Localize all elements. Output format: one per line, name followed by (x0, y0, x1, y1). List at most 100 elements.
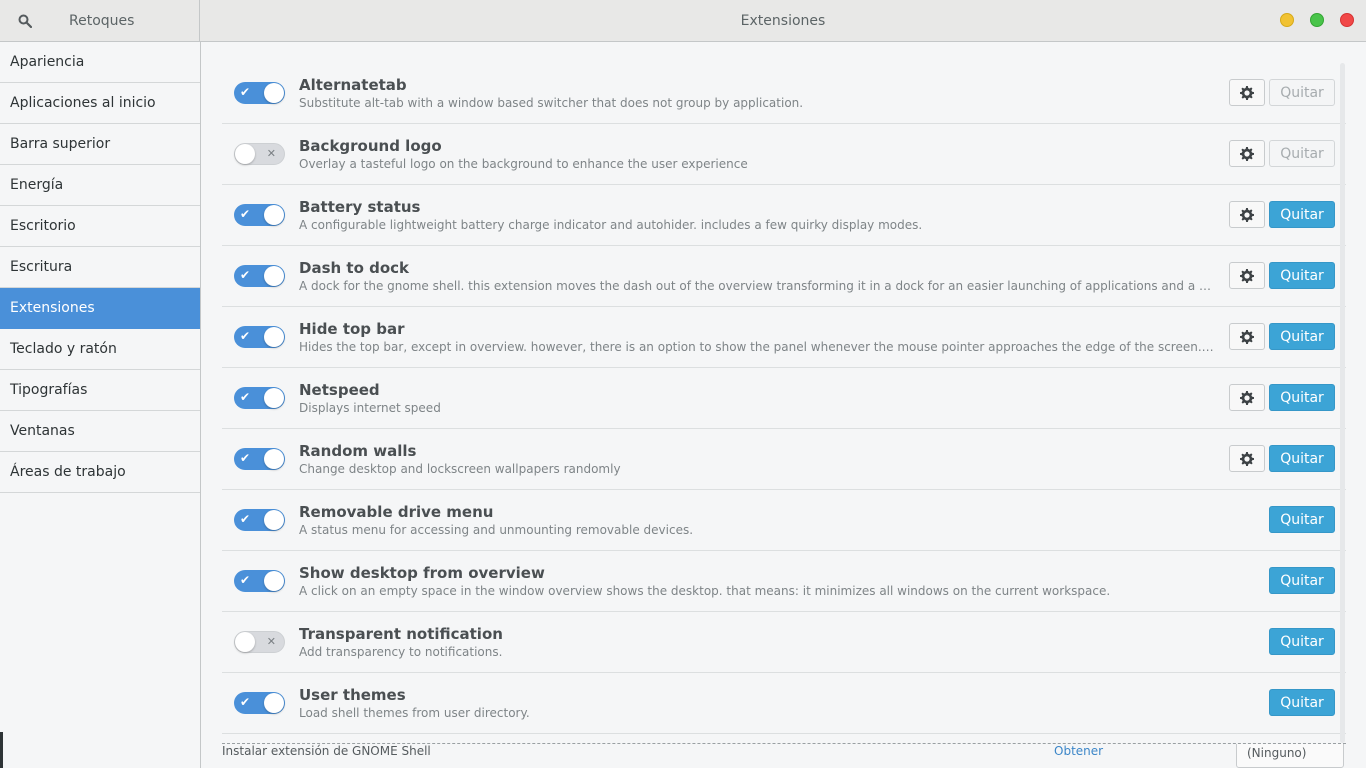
check-icon: ✔ (240, 207, 251, 221)
sidebar-item-3[interactable]: Energía (0, 165, 200, 206)
toggle-knob (264, 83, 284, 103)
minimize-button[interactable] (1280, 13, 1294, 27)
sidebar-item-label: Escritura (10, 259, 73, 275)
sidebar-item-0[interactable]: Apariencia (0, 42, 200, 83)
sidebar-item-1[interactable]: Aplicaciones al inicio (0, 83, 200, 124)
extension-toggle[interactable]: ✔ (234, 82, 285, 104)
sidebar-item-label: Aplicaciones al inicio (10, 95, 156, 111)
toggle-knob (264, 327, 284, 347)
footer-get-link[interactable]: Obtener (1054, 744, 1103, 758)
extension-name: Hide top bar (299, 320, 405, 338)
extension-settings-button[interactable] (1229, 201, 1265, 228)
extension-row: ✔ User themes Load shell themes from user … (222, 673, 1346, 734)
extension-toggle[interactable]: ✔ (234, 570, 285, 592)
sidebar-item-label: Apariencia (10, 54, 85, 70)
toggle-knob (264, 449, 284, 469)
gear-icon (1240, 451, 1254, 466)
extension-description: A status menu for accessing and unmounti… (299, 523, 694, 537)
extension-remove-button[interactable]: Quitar (1269, 79, 1335, 106)
window-controls (1280, 13, 1354, 27)
extension-remove-button[interactable]: Quitar (1269, 567, 1335, 594)
check-icon: ✔ (240, 451, 251, 465)
extension-settings-button[interactable] (1229, 79, 1265, 106)
extension-settings-button[interactable] (1229, 445, 1265, 472)
extension-toggle[interactable]: ✔ (234, 509, 285, 531)
sidebar-item-label: Barra superior (10, 136, 111, 152)
extension-toggle[interactable]: ✔ (234, 265, 285, 287)
toggle-knob (264, 388, 284, 408)
extension-description: A dock for the gnome shell. this extensi… (299, 279, 1214, 293)
extension-remove-button[interactable]: Quitar (1269, 689, 1335, 716)
extension-name: Random walls (299, 442, 417, 460)
extension-remove-button[interactable]: Quitar (1269, 201, 1335, 228)
extension-settings-button[interactable] (1229, 262, 1265, 289)
cross-icon: ✕ (266, 147, 276, 160)
gear-icon (1240, 146, 1254, 161)
sidebar-item-9[interactable]: Ventanas (0, 411, 200, 452)
extension-remove-button[interactable]: Quitar (1269, 628, 1335, 655)
gear-icon (1240, 268, 1254, 283)
sidebar-item-label: Ventanas (10, 423, 75, 439)
gear-icon (1240, 207, 1254, 222)
extension-toggle[interactable]: ✔ (234, 448, 285, 470)
sidebar-item-label: Áreas de trabajo (10, 464, 126, 480)
extension-remove-button[interactable]: Quitar (1269, 384, 1335, 411)
sidebar-item-2[interactable]: Barra superior (0, 124, 200, 165)
sidebar-item-6[interactable]: Extensiones (0, 288, 200, 329)
extension-settings-button[interactable] (1229, 384, 1265, 411)
sidebar-item-7[interactable]: Teclado y ratón (0, 329, 200, 370)
extension-remove-button[interactable]: Quitar (1269, 506, 1335, 533)
extension-settings-button[interactable] (1229, 140, 1265, 167)
check-icon: ✔ (240, 573, 251, 587)
extension-remove-button[interactable]: Quitar (1269, 140, 1335, 167)
extension-toggle[interactable]: ✔ (234, 692, 285, 714)
maximize-button[interactable] (1310, 13, 1324, 27)
sidebar-item-4[interactable]: Escritorio (0, 206, 200, 247)
extension-toggle[interactable]: ✔ (234, 387, 285, 409)
extension-name: Dash to dock (299, 259, 410, 277)
extension-name: Transparent notification (299, 625, 503, 643)
gear-icon (1240, 390, 1254, 405)
extension-row: ✔ Removable drive menu A status menu for a… (222, 490, 1346, 551)
extension-row: ✔ Show desktop from overview A click on an… (222, 551, 1346, 612)
header-main-section: Extensiones (200, 0, 1366, 41)
footer-text: Instalar extensión de GNOME Shell (222, 744, 431, 758)
footer-install-bar: Instalar extensión de GNOME Shell Obtene… (222, 743, 1346, 768)
extension-remove-button[interactable]: Quitar (1269, 323, 1335, 350)
extension-description: Hides the top bar, except in overview. h… (299, 340, 1214, 354)
extension-row: ✕ Transparent notification Add transparenc… (222, 612, 1346, 673)
sidebar: Apariencia Aplicaciones al inicio Barra su… (0, 42, 201, 768)
sidebar-item-10[interactable]: Áreas de trabajo (0, 452, 200, 493)
sidebar-item-5[interactable]: Escritura (0, 247, 200, 288)
gear-icon (1240, 329, 1254, 344)
sidebar-corner-marker (0, 732, 3, 768)
sidebar-item-label: Extensiones (10, 300, 95, 316)
extension-description: A configurable lightweight battery charg… (299, 218, 923, 232)
extension-row: ✕ Background logo Overlay a tasteful logo … (222, 124, 1346, 185)
header-sidebar-section: Retoques (0, 0, 200, 42)
extension-name: User themes (299, 686, 406, 704)
extension-remove-button[interactable]: Quitar (1269, 262, 1335, 289)
extension-toggle[interactable]: ✔ (234, 204, 285, 226)
sidebar-item-8[interactable]: Tipografías (0, 370, 200, 411)
extension-description: Add transparency to notifications. (299, 645, 503, 659)
extension-toggle[interactable]: ✔ (234, 326, 285, 348)
close-button[interactable] (1340, 13, 1354, 27)
extension-toggle[interactable]: ✕ (234, 631, 285, 653)
toggle-knob (264, 510, 284, 530)
check-icon: ✔ (240, 512, 251, 526)
extension-settings-button[interactable] (1229, 323, 1265, 350)
footer-combo[interactable]: (Ninguno) (1236, 744, 1344, 768)
check-icon: ✔ (240, 85, 251, 99)
toggle-knob (264, 571, 284, 591)
extension-toggle[interactable]: ✕ (234, 143, 285, 165)
extension-remove-button[interactable]: Quitar (1269, 445, 1335, 472)
extension-description: Load shell themes from user directory. (299, 706, 530, 720)
extension-row: ✔ Random walls Change desktop and lockscre… (222, 429, 1346, 490)
sidebar-item-label: Energía (10, 177, 64, 193)
extension-name: Removable drive menu (299, 503, 494, 521)
search-button[interactable] (0, 0, 50, 42)
app-title: Retoques (69, 13, 135, 29)
extension-description: Displays internet speed (299, 401, 441, 415)
scrollbar[interactable] (1340, 63, 1345, 743)
